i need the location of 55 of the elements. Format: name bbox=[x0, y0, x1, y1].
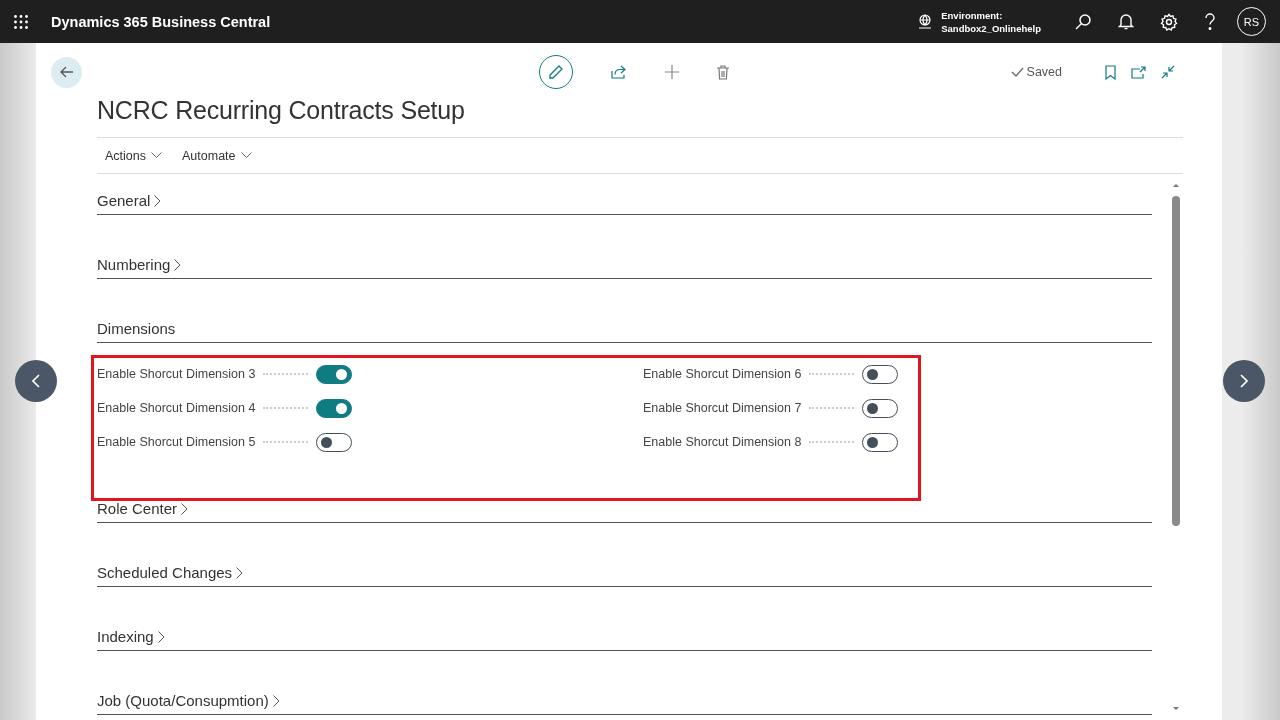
app-launcher-icon[interactable] bbox=[14, 14, 28, 29]
field-label: Enable Shorcut Dimension 7 bbox=[643, 401, 802, 415]
notification-bell-icon[interactable] bbox=[1118, 13, 1134, 30]
delete-icon[interactable] bbox=[717, 64, 729, 80]
toggle-switch[interactable] bbox=[862, 364, 898, 384]
next-record-button[interactable] bbox=[1223, 360, 1265, 402]
section-header[interactable]: Dimensions bbox=[97, 318, 176, 340]
section-header[interactable]: Indexing bbox=[97, 626, 165, 648]
scrollbar[interactable] bbox=[1170, 182, 1182, 712]
edit-button[interactable] bbox=[539, 55, 573, 89]
toggle-switch[interactable] bbox=[862, 398, 898, 418]
section-header[interactable]: Role Center bbox=[97, 498, 189, 520]
caret-icon bbox=[240, 152, 252, 159]
previous-record-button[interactable] bbox=[15, 360, 57, 402]
settings-icon[interactable] bbox=[1160, 12, 1178, 31]
section-header[interactable]: Numbering bbox=[97, 254, 182, 276]
chevron-icon bbox=[181, 503, 189, 515]
chevron-icon bbox=[236, 567, 244, 579]
back-button[interactable] bbox=[51, 56, 82, 88]
chevron-right-icon bbox=[1240, 374, 1248, 388]
app-title[interactable]: Dynamics 365 Business Central bbox=[51, 13, 271, 30]
chevron-icon bbox=[157, 631, 165, 643]
section-header[interactable]: Scheduled Changes bbox=[97, 562, 244, 584]
action-menu[interactable]: Automate bbox=[174, 148, 252, 163]
toggle-switch[interactable] bbox=[862, 432, 898, 452]
field-label: Enable Shorcut Dimension 4 bbox=[97, 401, 256, 415]
environment-label: Environment: bbox=[941, 8, 1004, 22]
collapse-icon[interactable] bbox=[1161, 65, 1175, 79]
action-menu[interactable]: Actions bbox=[97, 148, 162, 163]
search-icon[interactable] bbox=[1074, 12, 1092, 31]
environment-name: Sandbox2_Onlinehelp bbox=[941, 21, 1041, 35]
section-header[interactable]: General bbox=[97, 190, 162, 212]
help-icon[interactable] bbox=[1204, 12, 1216, 31]
chevron-icon bbox=[272, 695, 280, 707]
field-label: Enable Shorcut Dimension 5 bbox=[97, 435, 256, 449]
chevron-icon bbox=[174, 259, 182, 271]
pencil-icon bbox=[548, 64, 564, 80]
toggle-switch[interactable] bbox=[316, 364, 352, 384]
field-label: Enable Shorcut Dimension 6 bbox=[643, 367, 802, 381]
caret-icon bbox=[151, 152, 162, 159]
chevron-icon bbox=[154, 195, 162, 207]
section-header[interactable]: Job (Quota/Consupmtion) bbox=[97, 690, 280, 712]
page-title: NCRC Recurring Contracts Setup bbox=[97, 96, 1183, 138]
field-label: Enable Shorcut Dimension 8 bbox=[643, 435, 802, 449]
saved-status: Saved bbox=[1026, 65, 1062, 79]
field-label: Enable Shorcut Dimension 3 bbox=[97, 367, 256, 381]
bookmark-icon[interactable] bbox=[1105, 64, 1116, 80]
open-new-window-icon[interactable] bbox=[1131, 65, 1146, 79]
environment-icon bbox=[917, 13, 934, 30]
toggle-switch[interactable] bbox=[316, 432, 352, 452]
toggle-switch[interactable] bbox=[316, 398, 352, 418]
checkmark-icon bbox=[1010, 67, 1024, 77]
share-icon[interactable] bbox=[611, 65, 627, 79]
chevron-left-icon bbox=[32, 374, 40, 388]
back-arrow-icon bbox=[59, 66, 74, 78]
